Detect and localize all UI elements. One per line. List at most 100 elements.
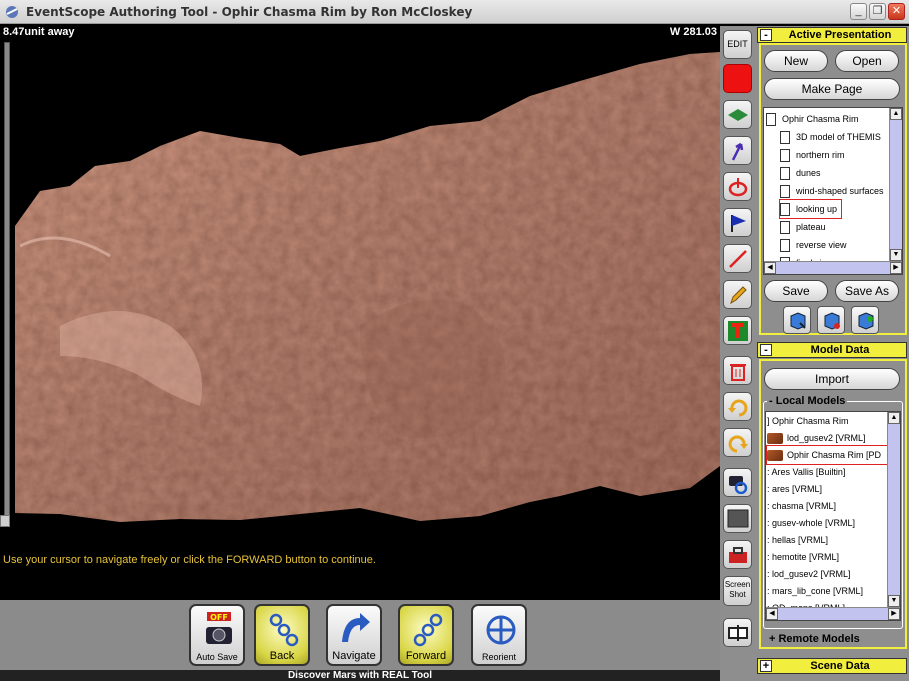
delete-cube-icon <box>824 312 840 330</box>
scroll-right-arrow-icon[interactable]: ▶ <box>890 262 902 274</box>
right-panel: - Active Presentation New Open Make Page… <box>755 26 909 681</box>
local-models-list[interactable]: ] Ophir Chasma Rim lod_gusev2 [VRML] Oph… <box>765 411 901 621</box>
page-item[interactable]: wind-shaped surfaces <box>780 182 884 200</box>
page-tree-root[interactable]: Ophir Chasma Rim <box>766 110 859 128</box>
local-models-label[interactable]: - Local Models <box>767 395 848 407</box>
zoom-slider-handle[interactable] <box>0 515 10 527</box>
page-icon <box>780 221 790 235</box>
tool-column: EDIT Screen Shot <box>720 26 755 681</box>
scroll-down-arrow-icon[interactable]: ▼ <box>888 595 900 607</box>
active-presentation-header[interactable]: - Active Presentation <box>757 27 907 43</box>
camera-view-button[interactable] <box>723 468 752 497</box>
save-as-button[interactable]: Save As <box>835 280 899 302</box>
model-item[interactable]: : Ares Vallis [Builtin] <box>767 463 845 481</box>
page-item-selected[interactable]: looking up <box>778 199 843 219</box>
page-icon <box>780 239 790 253</box>
page-item[interactable]: reverse view <box>780 236 847 254</box>
layer-icon <box>728 109 748 121</box>
remote-models-label[interactable]: + Remote Models <box>767 633 862 645</box>
model-item[interactable]: : hemotite [VRML] <box>767 548 839 566</box>
expand-scene-data-toggle[interactable]: + <box>760 660 772 672</box>
navigate-label: Navigate <box>332 650 376 662</box>
pointer-tool-button[interactable] <box>723 136 752 165</box>
pencil-tool-button[interactable] <box>723 280 752 309</box>
edit-button[interactable]: EDIT <box>723 30 752 59</box>
page-item[interactable]: northern rim <box>780 146 845 164</box>
restore-button[interactable]: ❐ <box>869 3 886 20</box>
terrain-layer-button[interactable] <box>723 100 752 129</box>
delete-model-button[interactable] <box>817 306 845 334</box>
page-tree[interactable]: Ophir Chasma Rim 3D model of THEMIS nort… <box>763 107 903 275</box>
reorient-globe-icon <box>486 615 516 645</box>
scroll-left-arrow-icon[interactable]: ◀ <box>766 608 778 620</box>
model-item[interactable]: : hellas [VRML] <box>767 531 828 549</box>
import-button[interactable]: Import <box>764 368 900 390</box>
page-tree-hscrollbar[interactable]: ◀ ▶ <box>764 261 902 274</box>
scroll-up-arrow-icon[interactable]: ▲ <box>890 108 902 120</box>
rotate-icon <box>728 178 748 197</box>
collapse-presentation-toggle[interactable]: - <box>760 29 772 41</box>
back-button[interactable]: Back <box>254 604 310 666</box>
flag-tool-button[interactable] <box>723 208 752 237</box>
model-item[interactable]: : chasma [VRML] <box>767 497 836 515</box>
page-item[interactable]: 3D model of THEMIS <box>780 128 881 146</box>
page-icon <box>780 203 790 217</box>
export-button[interactable] <box>783 306 811 334</box>
screenshot-button[interactable]: Screen Shot <box>723 576 752 606</box>
terrain-render[interactable] <box>0 26 720 600</box>
delete-button[interactable] <box>723 356 752 385</box>
auto-save-label: Auto Save <box>196 652 238 662</box>
export-cube-icon <box>790 312 806 330</box>
line-tool-button[interactable] <box>723 244 752 273</box>
zoom-slider-track[interactable] <box>4 42 10 524</box>
forward-button[interactable]: Forward <box>398 604 454 666</box>
display-button[interactable] <box>723 504 752 533</box>
model-item[interactable]: lod_gusev2 [VRML] <box>767 429 866 447</box>
model-icon <box>767 433 783 445</box>
redo-icon <box>728 435 748 453</box>
minimize-button[interactable]: _ <box>850 3 867 20</box>
navigate-button[interactable]: Navigate <box>326 604 382 666</box>
publish-button[interactable] <box>851 306 879 334</box>
page-item[interactable]: dunes <box>780 164 821 182</box>
collapse-model-data-toggle[interactable]: - <box>760 344 772 356</box>
new-button[interactable]: New <box>764 50 828 72</box>
scroll-left-arrow-icon[interactable]: ◀ <box>764 262 776 274</box>
close-icon: ✕ <box>891 5 902 17</box>
split-view-button[interactable] <box>723 618 752 647</box>
model-icon <box>767 450 783 462</box>
scene-data-header[interactable]: + Scene Data <box>757 658 907 674</box>
model-item[interactable]: : gusev-whole [VRML] <box>767 514 855 532</box>
models-hscrollbar[interactable]: ◀ ▶ <box>766 607 900 620</box>
model-item[interactable]: : lod_gusev2 [VRML] <box>767 565 851 583</box>
scroll-right-arrow-icon[interactable]: ▶ <box>888 608 900 620</box>
undo-button[interactable] <box>723 392 752 421</box>
make-page-button[interactable]: Make Page <box>764 78 900 100</box>
screenshot-label-1: Screen <box>724 580 751 589</box>
app-icon <box>6 5 18 18</box>
model-root[interactable]: ] Ophir Chasma Rim <box>767 412 849 430</box>
close-button[interactable]: ✕ <box>888 3 905 20</box>
page-icon <box>766 113 776 127</box>
toolbox-button[interactable] <box>723 540 752 569</box>
3d-viewport[interactable]: 8.47unit away W 281.03 Use your cursor t… <box>0 26 720 600</box>
page-tree-vscrollbar[interactable]: ▲ ▼ <box>889 108 902 261</box>
text-tool-button[interactable] <box>723 316 752 345</box>
scroll-down-arrow-icon[interactable]: ▼ <box>890 249 902 261</box>
open-button[interactable]: Open <box>835 50 899 72</box>
reorient-button[interactable]: Reorient <box>471 604 527 666</box>
page-item[interactable]: plateau <box>780 218 826 236</box>
redo-button[interactable] <box>723 428 752 457</box>
edit-label: EDIT <box>727 39 748 49</box>
model-item[interactable]: : mars_lib_cone [VRML] <box>767 582 863 600</box>
model-item[interactable]: : ares [VRML] <box>767 480 822 498</box>
models-vscrollbar[interactable]: ▲ ▼ <box>887 412 900 607</box>
model-item-selected[interactable]: Ophir Chasma Rim [PD <box>766 445 888 465</box>
auto-save-button[interactable]: OFF Auto Save <box>189 604 245 666</box>
color-swatch[interactable] <box>723 64 752 93</box>
model-data-header[interactable]: - Model Data <box>757 342 907 358</box>
save-button[interactable]: Save <box>764 280 828 302</box>
rotate-tool-button[interactable] <box>723 172 752 201</box>
scroll-up-arrow-icon[interactable]: ▲ <box>888 412 900 424</box>
scene-data-title: Scene Data <box>810 660 870 672</box>
